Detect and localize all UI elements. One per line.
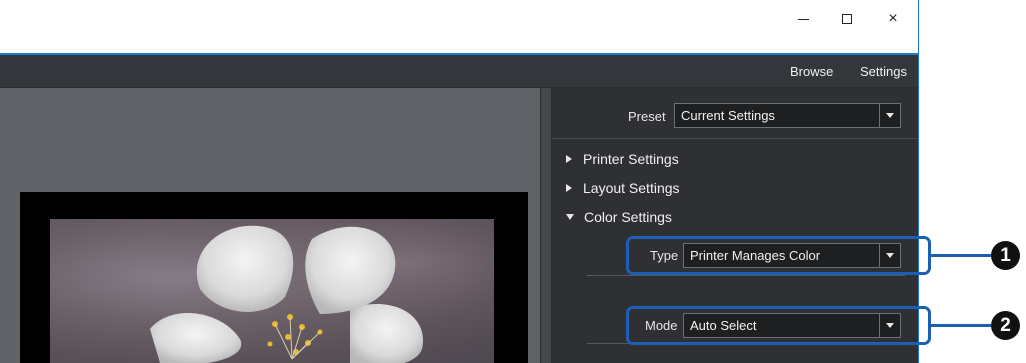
close-icon: × <box>888 10 898 27</box>
callout-line-1 <box>931 254 991 257</box>
mode-highlight-box <box>626 306 931 345</box>
minimize-button[interactable] <box>780 0 826 38</box>
section-printer-settings[interactable]: Printer Settings <box>566 151 679 167</box>
divider <box>587 275 905 276</box>
print-preview-frame <box>20 192 528 363</box>
preview-photo <box>50 219 494 363</box>
close-button[interactable]: × <box>870 0 916 38</box>
collapse-arrow-icon <box>566 214 574 220</box>
type-highlight-box <box>626 236 931 275</box>
preset-label: Preset <box>628 109 666 124</box>
menu-browse[interactable]: Browse <box>790 55 833 88</box>
section-label: Printer Settings <box>583 151 679 167</box>
chevron-down-icon <box>886 113 894 118</box>
callout-line-2 <box>931 324 991 327</box>
callout-number-1: 1 <box>991 241 1020 270</box>
section-layout-settings[interactable]: Layout Settings <box>566 180 680 196</box>
menu-settings[interactable]: Settings <box>860 55 907 88</box>
cherry-blossom-image <box>50 219 494 363</box>
expand-arrow-icon <box>566 184 572 192</box>
panel-splitter[interactable] <box>540 88 552 363</box>
section-color-settings[interactable]: Color Settings <box>566 209 672 225</box>
section-label: Layout Settings <box>583 180 680 196</box>
title-bar: × <box>0 0 918 55</box>
section-label: Color Settings <box>584 209 672 225</box>
maximize-icon <box>842 14 852 24</box>
minimize-icon <box>797 18 809 20</box>
preset-dropdown-arrow[interactable] <box>879 104 900 127</box>
callout-number-2: 2 <box>991 311 1020 340</box>
preset-select[interactable]: Current Settings <box>674 103 901 128</box>
preview-area <box>0 88 540 363</box>
preset-value: Current Settings <box>681 108 775 123</box>
preset-row: Preset Current Settings <box>552 88 918 139</box>
menu-bar: Browse Settings <box>0 55 918 88</box>
expand-arrow-icon <box>566 155 572 163</box>
maximize-button[interactable] <box>824 0 870 38</box>
